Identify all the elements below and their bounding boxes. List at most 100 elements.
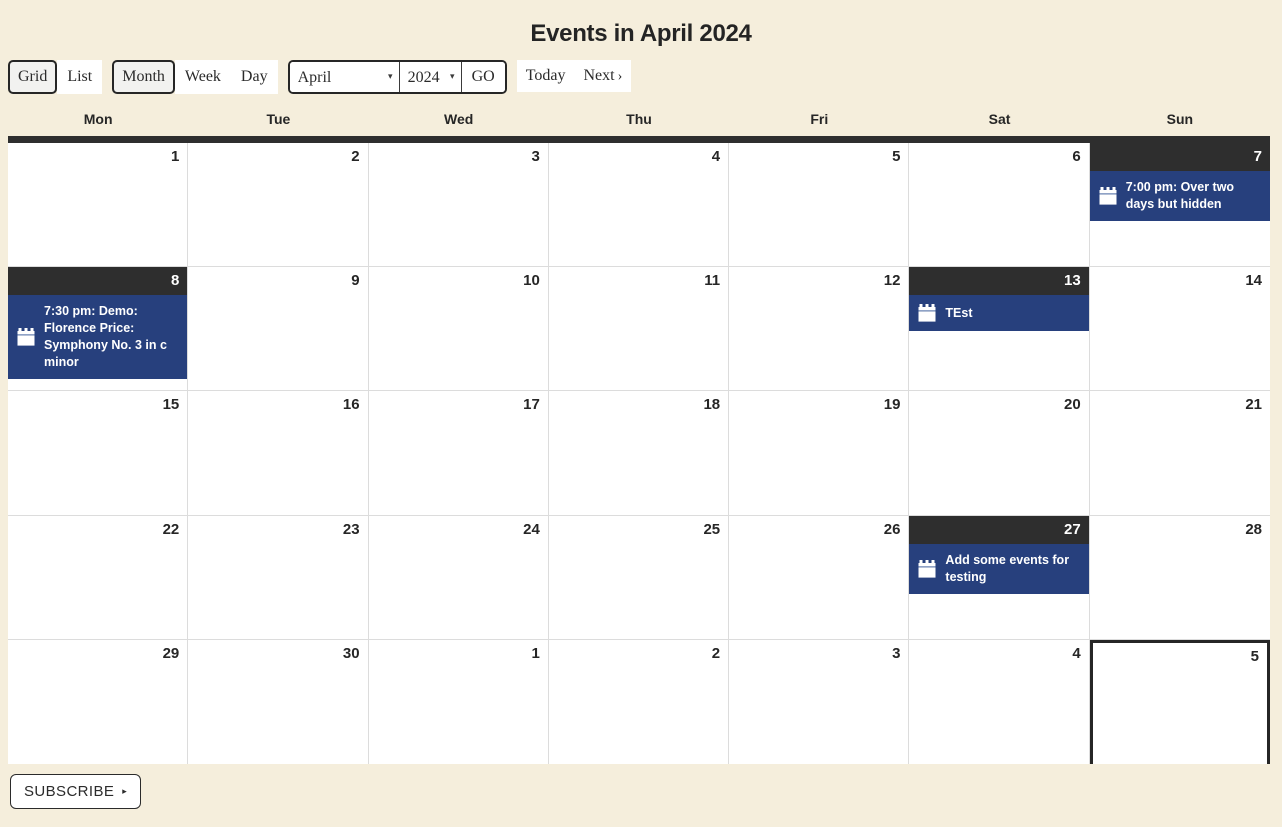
toolbar-spacer-1 [102,60,112,94]
subscribe-area: SUBSCRIBE ▸ [10,774,142,809]
day-number: 27 [909,515,1089,544]
day-cell[interactable]: 30 [188,639,369,764]
weekday-label-sun: Sun [1166,111,1194,127]
day-number: 19 [883,396,901,414]
day-cell[interactable]: 6 [909,143,1090,268]
day-number: 4 [1072,644,1081,662]
day-number: 9 [351,272,360,290]
day-cell[interactable]: 15 [8,391,189,516]
day-cell[interactable]: 4 [909,639,1090,764]
day-number: 1 [531,644,540,662]
calendar-event[interactable]: 7:00 pm: Over two days but hidden [1089,171,1270,221]
calendar-icon [917,303,937,323]
year-select[interactable]: 2024 [399,62,462,92]
day-number: 3 [531,148,540,165]
day-number: 4 [711,148,721,165]
day-cell[interactable]: 5 [1089,639,1270,764]
calendar-event-title: 7:30 pm: Demo: Florence Price: Symphony … [44,304,167,370]
weekday-label-thu: Thu [626,111,652,127]
day-number: 3 [892,644,901,662]
day-number: 17 [523,396,540,414]
day-number: 2 [711,644,721,662]
weekday-label-sat: Sat [988,111,1011,127]
day-cell[interactable]: 3 [368,143,549,268]
subscribe-button[interactable]: SUBSCRIBE ▸ [10,774,142,809]
day-cell[interactable]: 27 Add some events for testing [909,515,1090,640]
date-picker-group: April ▾ 2024 ▾ GO [287,60,507,94]
day-cell[interactable]: 3 [729,639,910,764]
day-cell[interactable]: 9 [188,267,369,392]
day-cell[interactable]: 10 [368,267,549,392]
day-cell[interactable]: 12 [729,267,910,392]
day-number: 13 [909,267,1089,296]
day-number: 10 [523,272,540,290]
day-number: 8 [8,267,188,296]
calendar-event[interactable]: TEst [909,295,1089,332]
day-cell[interactable]: 4 [548,143,730,268]
day-cell[interactable]: 14 [1089,267,1270,392]
day-cell[interactable]: 26 [729,515,910,640]
range-month-button[interactable]: Month [112,60,175,94]
view-mode-list-button[interactable]: List [57,60,103,94]
chevron-right-icon: › [617,69,623,84]
day-number: 5 [1250,647,1259,665]
day-cell[interactable]: 11 [548,267,730,392]
day-number: 30 [342,644,360,662]
day-cell[interactable]: 22 [8,515,189,640]
triangle-right-icon: ▸ [122,786,128,796]
day-number: 28 [1245,520,1262,538]
day-cell[interactable]: 1 [368,639,549,764]
day-cell[interactable]: 5 [729,143,910,268]
navigation-group: Today Next › [516,60,632,94]
day-number: 15 [162,396,180,414]
day-number: 25 [703,520,721,538]
day-cell[interactable]: 16 [188,391,369,516]
day-number: 23 [342,520,360,538]
day-cell[interactable]: 23 [188,515,369,640]
day-cell[interactable]: 2 [548,639,730,764]
day-cell[interactable]: 19 [729,391,910,516]
day-cell[interactable]: 13 TEst [909,267,1090,392]
range-day-button[interactable]: Day [230,60,278,94]
go-button[interactable]: GO [461,62,505,92]
weekday-label-mon: Mon [83,111,113,127]
day-cell[interactable]: 18 [548,391,730,516]
day-cell[interactable]: 20 [909,391,1090,516]
range-week-button[interactable]: Week [174,60,231,94]
day-cell[interactable]: 28 [1089,515,1270,640]
weekday-label-wed: Wed [444,111,474,127]
page-title: Events in April 2024 [530,20,752,47]
weekday-header-row: Mon Tue Wed Thu Fri Sat Sun [8,106,1270,132]
day-number: 6 [1072,148,1081,165]
day-cell[interactable]: 1 [8,143,189,268]
day-cell[interactable]: 21 [1089,391,1270,516]
view-mode-grid-button[interactable]: Grid [8,60,58,94]
day-cell[interactable]: 17 [368,391,549,516]
calendar-event-title: Add some events for testing [945,552,1070,584]
day-number: 21 [1245,396,1262,414]
calendar-icon [1098,186,1118,206]
day-number: 20 [1064,396,1081,414]
calendar-event-title: TEst [945,305,973,320]
today-button[interactable]: Today [516,60,575,92]
day-number: 24 [523,520,540,538]
next-button[interactable]: Next › [574,60,632,92]
day-cell[interactable]: 7 7:00 pm: Over two days but hidden [1089,143,1270,268]
day-cell[interactable]: 25 [548,515,730,640]
calendar-event[interactable]: Add some events for testing [909,543,1089,594]
day-number: 22 [162,520,180,538]
day-number: 11 [704,272,721,290]
toolbar-spacer-3 [507,60,517,94]
calendar-event[interactable]: 7:30 pm: Demo: Florence Price: Symphony … [8,295,188,380]
day-cell[interactable]: 24 [368,515,549,640]
month-select[interactable]: April [289,62,400,92]
day-cell[interactable]: 29 [8,639,189,764]
day-number: 18 [703,396,721,414]
day-cell[interactable]: 8 7:30 pm: Demo: Florence Price: Symphony… [8,267,189,392]
year-select-wrap: 2024 ▾ [399,62,462,92]
next-button-label: Next [583,67,615,84]
calendar-icon [16,327,36,347]
day-cell[interactable]: 2 [188,143,369,268]
day-number: 5 [892,148,901,165]
day-number: 14 [1245,272,1262,290]
